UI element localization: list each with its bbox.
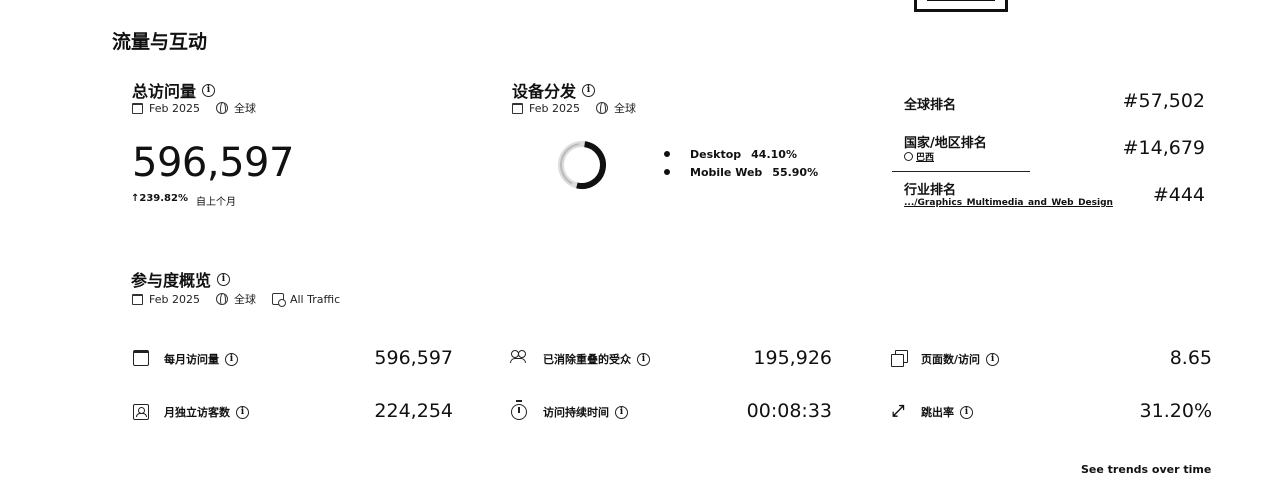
info-icon[interactable]: i — [217, 272, 231, 286]
visits-card-title: 总访问量 i — [132, 78, 216, 102]
country-rank-label: 国家/地区排名 — [904, 136, 987, 151]
info-icon[interactable]: i — [637, 352, 650, 366]
device-card-title: 设备分发 i — [512, 78, 596, 102]
engagement-title: 参与度概览 i — [131, 267, 231, 291]
pages-icon — [891, 350, 908, 367]
info-icon[interactable]: i — [225, 352, 238, 366]
calendar-icon — [512, 102, 523, 114]
globe-icon — [215, 102, 228, 114]
metric-value-pages-per-visit: 8.65 — [1169, 347, 1212, 369]
info-icon[interactable]: i — [615, 405, 628, 419]
info-icon[interactable]: i — [582, 83, 596, 97]
info-icon[interactable]: i — [236, 405, 249, 419]
calendar-icon — [132, 293, 143, 305]
legend-item-mobile-web: Mobile Web 55.90% — [664, 163, 818, 181]
device-legend: Desktop 44.10% Mobile Web 55.90% — [664, 145, 818, 181]
info-icon[interactable]: i — [986, 352, 1000, 366]
industry-rank-value: #444 — [1152, 184, 1205, 206]
see-trends-link[interactable]: See trends over time — [1081, 463, 1211, 476]
metric-value-unique-visitors: 224,254 — [374, 400, 453, 422]
visits-card-meta: Feb 2025 全球 — [132, 100, 256, 116]
metric-label-pages-per-visit: 页面数/访问 i — [921, 351, 1000, 367]
global-rank-value: #57,502 — [1122, 90, 1205, 112]
visits-change: ↑239.82% 自上个月 — [131, 193, 236, 208]
metric-label-deduplicated-audience: 已消除重叠的受众 i — [543, 351, 650, 367]
info-icon[interactable]: i — [202, 83, 216, 97]
section-title: 流量与互动 — [112, 31, 208, 53]
device-card-meta: Feb 2025 全球 — [512, 100, 636, 116]
total-visits-value: 596,597 — [132, 140, 294, 186]
metric-value-visit-duration: 00:08:33 — [746, 400, 832, 422]
divider — [892, 171, 1030, 172]
metric-label-unique-visitors: 月独立访客数 i — [164, 404, 249, 420]
calendar-icon — [133, 350, 149, 366]
country-name[interactable]: 巴西 — [904, 150, 934, 163]
globe-icon — [215, 293, 228, 305]
global-rank-label: 全球排名 — [904, 98, 957, 113]
legend-dot — [664, 169, 670, 175]
metric-label-monthly-visits: 每月访问量 i — [164, 351, 238, 367]
legend-item-desktop: Desktop 44.10% — [664, 145, 818, 163]
country-rank-value: #14,679 — [1122, 137, 1205, 159]
bounce-icon: ⤢ — [891, 401, 905, 420]
globe-icon — [595, 102, 608, 114]
logo-fragment — [914, 0, 1008, 12]
metric-value-deduplicated-audience: 195,926 — [753, 347, 832, 369]
flag-icon — [904, 152, 913, 161]
users-icon — [510, 349, 526, 365]
legend-dot — [664, 151, 670, 157]
info-icon[interactable]: i — [960, 405, 973, 419]
metric-label-visit-duration: 访问持续时间 i — [543, 404, 628, 420]
calendar-icon — [132, 102, 143, 114]
person-icon — [133, 404, 149, 420]
metric-value-monthly-visits: 596,597 — [374, 347, 453, 369]
donut-segment-mobile-web — [576, 141, 606, 189]
metric-label-bounce-rate: 跳出率 i — [921, 404, 973, 420]
engagement-meta: Feb 2025 全球 All Traffic — [132, 291, 340, 307]
device-donut-chart — [558, 141, 606, 189]
timer-icon — [511, 400, 527, 420]
metric-value-bounce-rate: 31.20% — [1139, 400, 1212, 422]
traffic-icon — [271, 293, 286, 307]
industry-rank-label: 行业排名 — [904, 183, 957, 198]
